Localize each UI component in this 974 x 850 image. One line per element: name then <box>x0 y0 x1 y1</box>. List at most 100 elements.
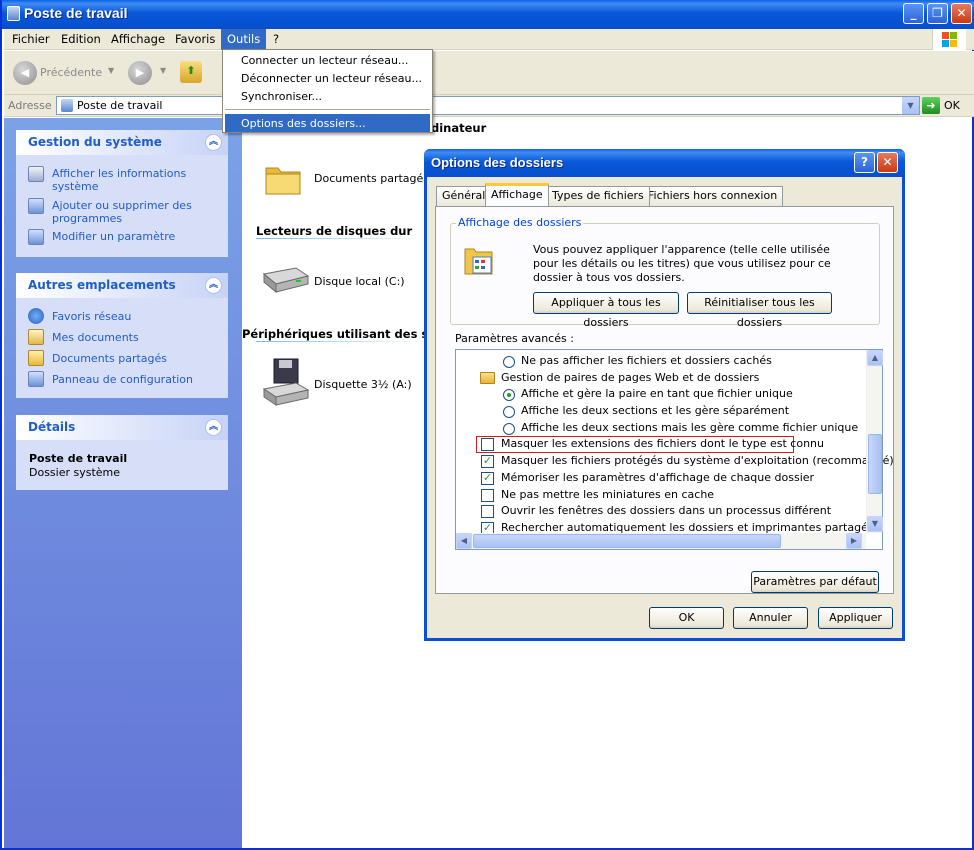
vertical-scrollbar[interactable]: ▲ ▼ <box>866 350 883 533</box>
dialog-title: Options des dossiers <box>431 155 564 170</box>
menu-edition[interactable]: Edition <box>55 29 107 50</box>
option-pair-separately[interactable]: Affiche les deux sections et les gère sé… <box>521 404 789 417</box>
address-label: Adresse <box>8 99 52 112</box>
option-no-thumbnail-cache[interactable]: Ne pas mettre les miniatures en cache <box>501 488 714 501</box>
radio-button[interactable] <box>503 356 515 368</box>
system-tasks-title: Gestion du système <box>28 135 162 149</box>
option-pair-single-file[interactable]: Affiche et gère la paire en tant que fic… <box>521 387 793 400</box>
scroll-left-arrow-icon[interactable]: ◀ <box>456 533 472 549</box>
link-system-info[interactable]: Afficher les informations système <box>52 167 192 193</box>
menu-bar: Fichier Edition Affichage Favoris Outils… <box>4 29 974 50</box>
checkbox-checked[interactable]: ✓ <box>481 472 494 485</box>
scroll-up-arrow-icon[interactable]: ▲ <box>867 350 883 366</box>
link-network-places[interactable]: Favoris réseau <box>52 310 131 323</box>
menu-affichage[interactable]: Affichage <box>105 29 171 50</box>
local-disk-c-item[interactable]: Disque local (C:) <box>314 275 405 288</box>
help-button[interactable]: ? <box>854 152 875 173</box>
advanced-settings-list[interactable]: Ne pas afficher les fichiers et dossiers… <box>455 349 894 550</box>
checkbox-unchecked[interactable] <box>481 438 494 451</box>
control-panel-icon <box>28 371 44 387</box>
scroll-down-arrow-icon[interactable]: ▼ <box>867 516 883 532</box>
tab-affichage[interactable]: Fichiers hors connexion <box>642 186 784 206</box>
menu-favoris[interactable]: Favoris <box>169 29 221 50</box>
go-button[interactable]: OK <box>944 99 960 112</box>
close-button[interactable]: ✕ <box>951 3 972 24</box>
radio-button[interactable] <box>503 406 515 418</box>
minimize-button[interactable]: _ <box>903 3 924 24</box>
checkbox-unchecked[interactable] <box>481 489 494 502</box>
up-folder-icon[interactable]: ⬆ <box>180 61 202 83</box>
address-value: Poste de travail <box>77 99 163 112</box>
option-remember-view-settings[interactable]: Mémoriser les paramètres d'affichage de … <box>501 471 814 484</box>
menu-item-disconnect-network-drive[interactable]: Déconnecter un lecteur réseau... <box>241 72 422 85</box>
window-title: Poste de travail <box>24 5 128 21</box>
menu-item-synchronize[interactable]: Synchroniser... <box>241 90 322 103</box>
forward-arrow-icon[interactable]: ▶ <box>128 61 152 85</box>
group-header-stored-files: dinateur <box>431 121 487 135</box>
back-button-label[interactable]: Précédente <box>40 66 102 79</box>
menu-item-map-network-drive[interactable]: Connecter un lecteur réseau... <box>241 54 408 67</box>
option-hide-extensions[interactable]: Masquer les extensions des fichiers dont… <box>501 437 824 450</box>
address-field[interactable]: Poste de travail ▼ <box>56 96 920 115</box>
tab-file-types[interactable]: Types de fichiers <box>546 186 650 206</box>
floppy-drive-icon[interactable] <box>260 357 310 409</box>
checkbox-unchecked[interactable] <box>481 505 494 518</box>
option-pair-show-manage-single[interactable]: Affiche les deux sections mais les gère … <box>521 421 858 434</box>
address-dropdown-icon[interactable]: ▼ <box>902 97 919 114</box>
radio-button[interactable] <box>503 423 515 435</box>
go-arrow-icon[interactable]: ➜ <box>922 97 940 114</box>
details-type: Dossier système <box>29 466 121 479</box>
hard-disk-icon[interactable] <box>260 264 310 296</box>
forward-dropdown-icon[interactable]: ▼ <box>160 66 166 75</box>
menu-item-folder-options[interactable]: Options des dossiers... <box>241 117 366 130</box>
tab-general[interactable]: Général <box>436 186 492 206</box>
system-tasks-header[interactable]: Gestion du système ︽ <box>16 130 228 155</box>
maximize-button[interactable]: ❐ <box>927 3 948 24</box>
collapse-chevron-icon[interactable]: ︽ <box>205 419 222 436</box>
link-add-remove-programs[interactable]: Ajouter ou supprimer des programmes <box>52 199 192 225</box>
restore-defaults-button[interactable]: Paramètres par défaut <box>751 571 879 593</box>
apply-to-all-folders-button[interactable]: Appliquer à tous les dossiers <box>533 292 679 329</box>
menu-fichier[interactable]: Fichier <box>6 29 56 50</box>
link-shared-documents[interactable]: Documents partagés <box>52 352 167 365</box>
horizontal-scrollbar[interactable]: ◀ ▶ <box>456 533 866 549</box>
apply-button[interactable]: Appliquer <box>818 607 893 629</box>
dialog-close-button[interactable]: ✕ <box>877 152 898 173</box>
shared-documents-folder-icon[interactable] <box>264 160 302 198</box>
dialog-title-bar[interactable]: Options des dossiers ? ✕ <box>424 149 905 177</box>
cancel-button[interactable]: Annuler <box>733 607 808 629</box>
option-separate-process[interactable]: Ouvrir les fenêtres des dossiers dans un… <box>501 504 831 517</box>
collapse-chevron-icon[interactable]: ︽ <box>205 134 222 151</box>
option-hide-protected-files[interactable]: Masquer les fichiers protégés du système… <box>501 454 894 467</box>
details-header[interactable]: Détails ︽ <box>16 415 228 440</box>
back-arrow-icon[interactable]: ◀ <box>13 61 37 85</box>
group-header-removable-devices: Périphériques utilisant des s <box>242 327 429 341</box>
ok-button[interactable]: OK <box>649 607 724 629</box>
floppy-a-item[interactable]: Disquette 3½ (A:) <box>314 378 412 391</box>
reset-all-folders-button[interactable]: Réinitialiser tous les dossiers <box>687 292 832 329</box>
shared-documents-item[interactable]: Documents partagés <box>314 172 429 185</box>
option-web-folder-pairs: Gestion de paires de pages Web et de dos… <box>501 371 760 384</box>
back-dropdown-icon[interactable]: ▼ <box>108 66 114 75</box>
my-documents-icon <box>28 329 44 345</box>
other-places-header[interactable]: Autres emplacements ︽ <box>16 273 228 298</box>
collapse-chevron-icon[interactable]: ︽ <box>205 277 222 294</box>
link-modify-setting[interactable]: Modifier un paramètre <box>52 230 175 243</box>
option-hide-hidden-files[interactable]: Ne pas afficher les fichiers et dossiers… <box>521 354 772 367</box>
checkbox-checked[interactable]: ✓ <box>481 455 494 468</box>
menu-outils[interactable]: Outils <box>221 29 267 50</box>
scrollbar-thumb[interactable] <box>868 434 882 494</box>
title-bar[interactable]: Poste de travail _ ❐ ✕ <box>2 0 974 29</box>
other-places-title: Autres emplacements <box>28 278 176 292</box>
network-places-icon <box>28 308 44 324</box>
scroll-right-arrow-icon[interactable]: ▶ <box>846 533 862 549</box>
radio-button-selected[interactable] <box>503 389 515 401</box>
scrollbar-thumb[interactable] <box>473 534 781 548</box>
system-tasks-panel: Gestion du système ︽ Afficher les informa… <box>16 130 228 257</box>
link-my-documents[interactable]: Mes documents <box>52 331 139 344</box>
tools-menu-dropdown: Connecter un lecteur réseau... Déconnect… <box>222 49 433 133</box>
link-control-panel[interactable]: Panneau de configuration <box>52 373 193 386</box>
cancel-label: Annuler <box>749 611 792 624</box>
menu-help[interactable]: ? <box>267 29 285 50</box>
tab-view[interactable]: Affichage <box>485 183 549 207</box>
